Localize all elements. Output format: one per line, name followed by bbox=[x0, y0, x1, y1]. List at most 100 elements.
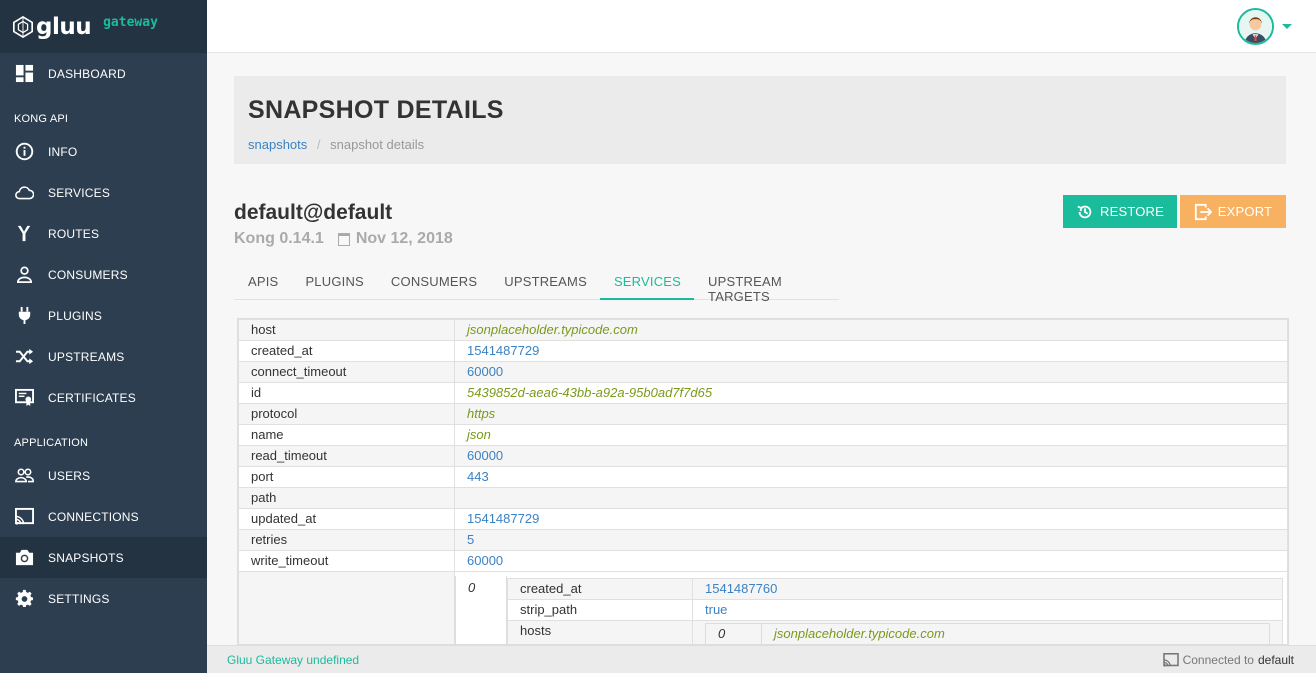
table-row: strip_path true bbox=[507, 599, 1283, 621]
field-key: port bbox=[238, 466, 455, 488]
sidebar-item-connections[interactable]: CONNECTIONS bbox=[0, 496, 207, 537]
field-value bbox=[454, 487, 1288, 509]
field-value: 60000 bbox=[454, 445, 1288, 467]
sidebar-item-plugins[interactable]: PLUGINS bbox=[0, 295, 207, 336]
tab-upstream-targets[interactable]: UPSTREAM TARGETS bbox=[694, 264, 839, 304]
field-value: 60000 bbox=[454, 550, 1288, 572]
sidebar-item-label: PLUGINS bbox=[48, 308, 103, 323]
field-key: retries bbox=[238, 529, 455, 551]
tab-services[interactable]: SERVICES bbox=[599, 264, 695, 300]
table-row: hosts 0 jsonplaceholder.typicode.com bbox=[507, 620, 1283, 644]
snapshot-version: Kong 0.14.1 bbox=[234, 230, 324, 247]
field-key: path bbox=[238, 487, 455, 509]
snapshot-meta: Kong 0.14.1 Nov 12, 2018 bbox=[234, 230, 453, 248]
users-icon bbox=[14, 466, 34, 486]
hosts-list: 0 jsonplaceholder.typicode.com bbox=[705, 623, 1270, 644]
sidebar-item-label: SETTINGS bbox=[48, 591, 110, 606]
routes-icon bbox=[14, 224, 34, 244]
certificate-icon bbox=[14, 388, 34, 408]
brand-name: gluu bbox=[36, 13, 92, 40]
sidebar-item-label: ROUTES bbox=[48, 226, 100, 241]
sidebar-item-routes[interactable]: ROUTES bbox=[0, 213, 207, 254]
footer: Gluu Gateway undefined Connected to defa… bbox=[207, 645, 1316, 673]
field-key: strip_path bbox=[507, 599, 693, 621]
gluu-logo-icon bbox=[13, 15, 33, 38]
table-row: name json bbox=[238, 424, 1288, 446]
service-details-panel[interactable]: host jsonplaceholder.typicode.com created… bbox=[237, 318, 1289, 645]
export-button[interactable]: EXPORT bbox=[1180, 195, 1286, 228]
snapshot-date: Nov 12, 2018 bbox=[355, 230, 453, 247]
field-value: true bbox=[692, 599, 1283, 621]
sidebar-item-consumers[interactable]: CONSUMERS bbox=[0, 254, 207, 295]
user-icon bbox=[14, 265, 34, 285]
table-row: path bbox=[238, 487, 1288, 509]
avatar-icon bbox=[1239, 10, 1272, 43]
field-key: write_timeout bbox=[238, 550, 455, 572]
sidebar-item-settings[interactable]: SETTINGS bbox=[0, 578, 207, 619]
snapshot-name: default@default bbox=[234, 201, 393, 224]
field-key: updated_at bbox=[238, 508, 455, 530]
brand-sub: gateway bbox=[103, 15, 158, 30]
calendar-icon bbox=[337, 232, 350, 246]
field-value: 1541487729 bbox=[454, 340, 1288, 362]
cast-icon bbox=[14, 507, 34, 527]
field-key: read_timeout bbox=[238, 445, 455, 467]
routes-cell: 0 created_at 1541487760 strip_path true ho… bbox=[454, 571, 1288, 644]
tab-upstreams[interactable]: UPSTREAMS bbox=[490, 264, 600, 300]
table-row: host jsonplaceholder.typicode.com bbox=[238, 319, 1288, 341]
field-value: 443 bbox=[454, 466, 1288, 488]
gear-icon bbox=[14, 589, 34, 609]
sidebar-item-label: DASHBOARD bbox=[48, 66, 126, 81]
breadcrumb-link-snapshots[interactable]: snapshots bbox=[248, 137, 307, 152]
sidebar-item-users[interactable]: USERS bbox=[0, 455, 207, 496]
footer-version: Gluu Gateway undefined bbox=[227, 652, 360, 667]
field-key: hosts bbox=[507, 620, 693, 644]
brand[interactable]: gluu gateway bbox=[0, 0, 207, 53]
shuffle-icon bbox=[14, 347, 34, 367]
tab-consumers[interactable]: CONSUMERS bbox=[377, 264, 490, 300]
field-key: created_at bbox=[507, 578, 693, 600]
tab-apis[interactable]: APIS bbox=[234, 264, 291, 300]
field-key: protocol bbox=[238, 403, 455, 425]
table-row: id 5439852d-aea6-43bb-a92a-95b0ad7f7d65 bbox=[238, 382, 1288, 404]
avatar-dropdown-caret-icon[interactable] bbox=[1282, 24, 1292, 29]
sidebar-item-label: SNAPSHOTS bbox=[48, 550, 124, 565]
sidebar-item-label: CONSUMERS bbox=[48, 267, 128, 282]
table-row: retries 5 bbox=[238, 529, 1288, 551]
user-avatar[interactable] bbox=[1237, 8, 1274, 45]
service-table: host jsonplaceholder.typicode.com created… bbox=[238, 319, 1288, 644]
footer-connected-label: Connected to bbox=[1182, 652, 1254, 667]
cloud-icon bbox=[14, 183, 34, 203]
footer-connected-target[interactable]: default bbox=[1258, 653, 1294, 667]
sidebar: gluu gateway DASHBOARD KONG API INFO SER… bbox=[0, 0, 207, 673]
route-index: 0 bbox=[455, 576, 507, 644]
restore-label: RESTORE bbox=[1099, 204, 1164, 219]
export-icon bbox=[1194, 203, 1212, 220]
page-header: SNAPSHOT DETAILS snapshots / snapshot de… bbox=[234, 76, 1286, 164]
sidebar-item-info[interactable]: INFO bbox=[0, 131, 207, 172]
sidebar-item-label: INFO bbox=[48, 144, 78, 159]
field-value: 1541487729 bbox=[454, 508, 1288, 530]
restore-button[interactable]: RESTORE bbox=[1063, 195, 1177, 228]
field-value: 5439852d-aea6-43bb-a92a-95b0ad7f7d65 bbox=[454, 382, 1288, 404]
sidebar-item-snapshots[interactable]: SNAPSHOTS bbox=[0, 537, 207, 578]
sidebar-item-services[interactable]: SERVICES bbox=[0, 172, 207, 213]
field-key: name bbox=[238, 424, 455, 446]
hosts-cell: 0 jsonplaceholder.typicode.com bbox=[692, 620, 1283, 644]
table-row: connect_timeout 60000 bbox=[238, 361, 1288, 383]
table-row: protocol https bbox=[238, 403, 1288, 425]
field-key: id bbox=[238, 382, 455, 404]
tabs: APIS PLUGINS CONSUMERS UPSTREAMS SERVICE… bbox=[234, 264, 839, 304]
field-key: host bbox=[238, 319, 455, 341]
route-table: created_at 1541487760 strip_path true host… bbox=[507, 578, 1283, 644]
sidebar-item-label: UPSTREAMS bbox=[48, 349, 125, 364]
sidebar-item-upstreams[interactable]: UPSTREAMS bbox=[0, 336, 207, 377]
sidebar-item-certificates[interactable]: CERTIFICATES bbox=[0, 377, 207, 418]
table-row: created_at 1541487729 bbox=[238, 340, 1288, 362]
tab-plugins[interactable]: PLUGINS bbox=[291, 264, 376, 300]
table-row: created_at 1541487760 bbox=[507, 578, 1283, 600]
sidebar-item-dashboard[interactable]: DASHBOARD bbox=[0, 53, 207, 94]
breadcrumb-separator: / bbox=[316, 137, 321, 152]
nav-section-kong: KONG API bbox=[14, 113, 69, 125]
hosts-value: jsonplaceholder.typicode.com bbox=[774, 626, 945, 641]
